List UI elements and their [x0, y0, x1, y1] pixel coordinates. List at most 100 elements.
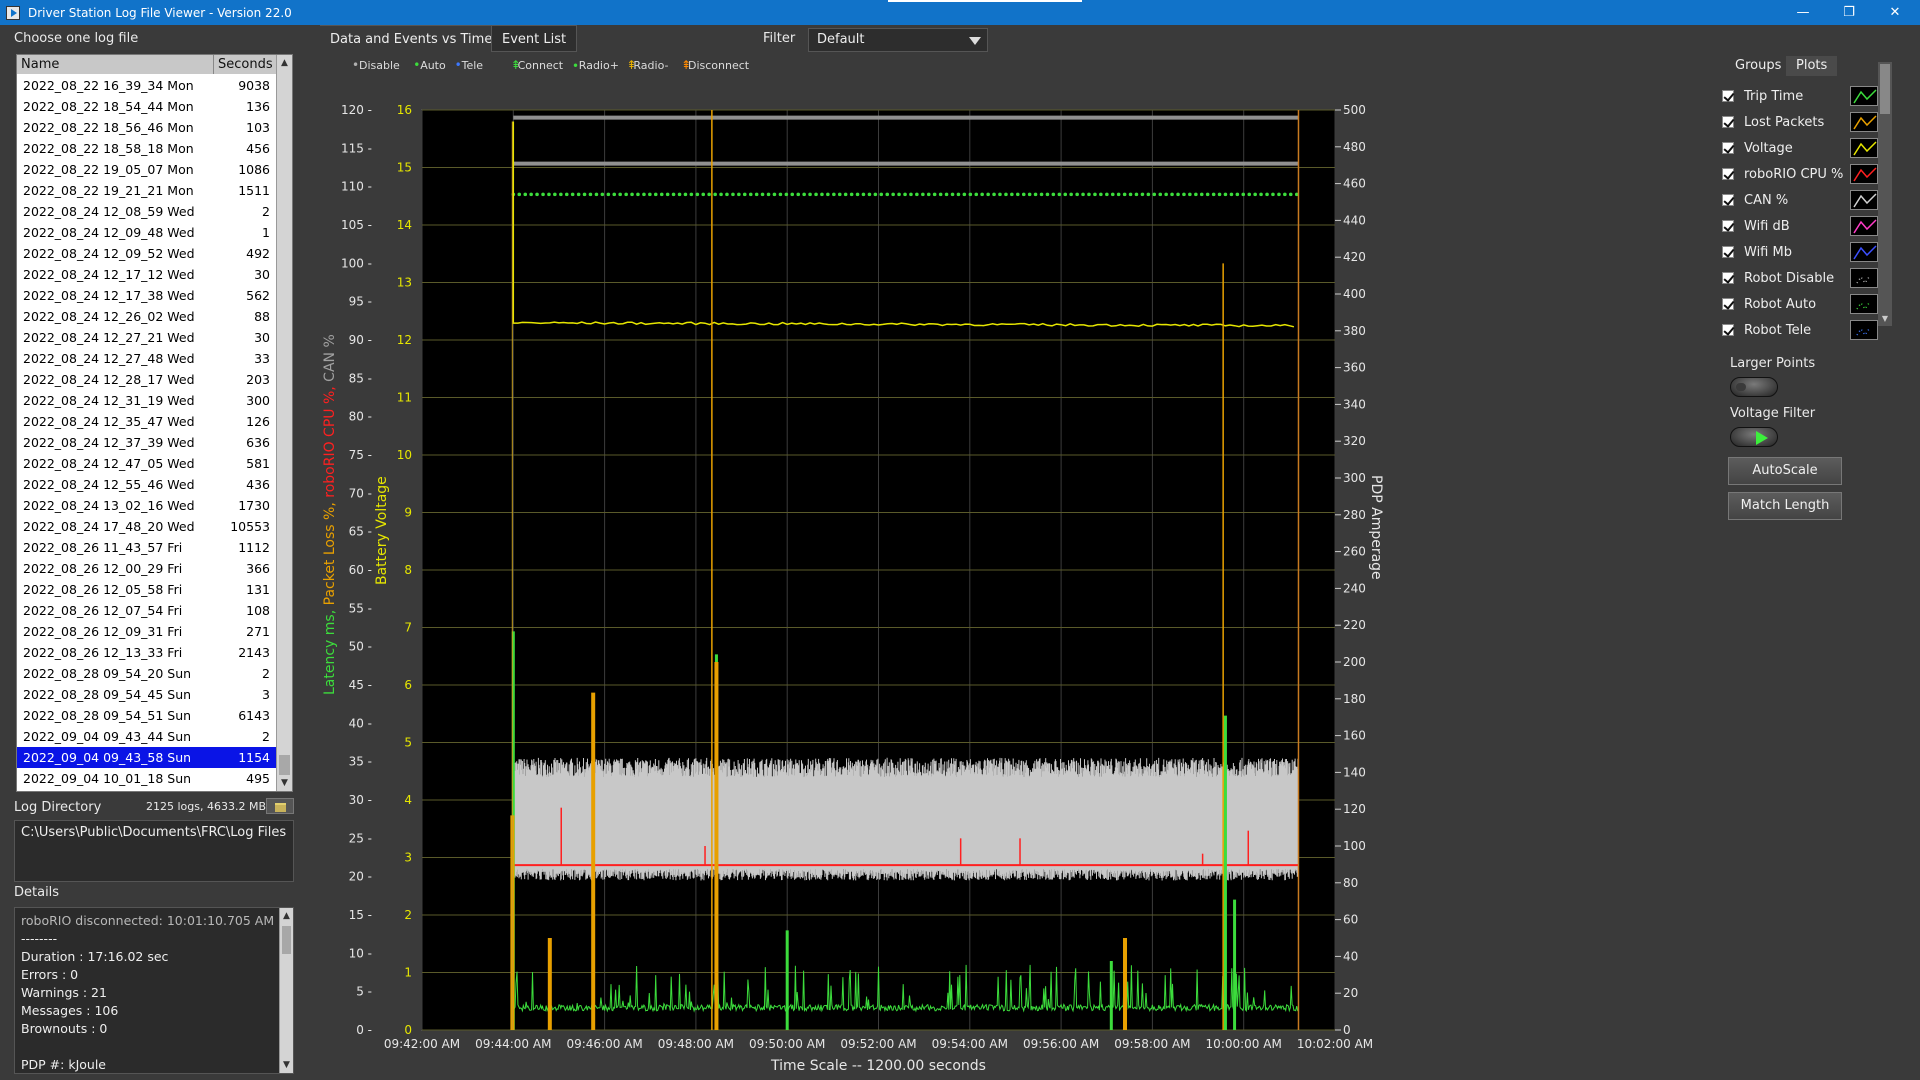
- restore-button[interactable]: ❐: [1826, 0, 1872, 25]
- log-row[interactable]: 2022_08_26 12_00_29 Fri 366: [17, 558, 277, 579]
- log-row[interactable]: 2022_08_24 17_48_20 Wed 10553: [17, 516, 277, 537]
- plot-color-swatch[interactable]: [1850, 268, 1878, 288]
- details-scroll-thumb[interactable]: [282, 926, 291, 954]
- plot-color-swatch[interactable]: [1850, 294, 1878, 314]
- log-row[interactable]: 2022_08_24 12_47_05 Wed 581: [17, 453, 277, 474]
- log-row[interactable]: 2022_08_24 12_26_02 Wed 88: [17, 306, 277, 327]
- column-header-name[interactable]: Name: [17, 55, 214, 74]
- log-row[interactable]: 2022_08_24 13_02_16 Wed 1730: [17, 495, 277, 516]
- log-row[interactable]: 2022_08_26 12_09_31 Fri 271: [17, 621, 277, 642]
- minimize-button[interactable]: —: [1780, 0, 1826, 25]
- log-row[interactable]: 2022_08_24 12_27_21 Wed 30: [17, 327, 277, 348]
- plot-item[interactable]: roboRIO CPU %: [1722, 163, 1878, 185]
- close-button[interactable]: ✕: [1872, 0, 1918, 25]
- log-row[interactable]: 2022_08_24 12_17_12 Wed 30: [17, 264, 277, 285]
- plot-item[interactable]: Robot Disable: [1722, 267, 1878, 289]
- tab-plots[interactable]: Plots: [1786, 56, 1838, 76]
- log-row[interactable]: 2022_08_22 18_54_44 Mon 136: [17, 96, 277, 117]
- log-row[interactable]: 2022_08_24 12_35_47 Wed 126: [17, 411, 277, 432]
- log-row[interactable]: 2022_08_26 12_05_58 Fri 131: [17, 579, 277, 600]
- log-row[interactable]: 2022_08_26 12_07_54 Fri 108: [17, 600, 277, 621]
- log-row[interactable]: 2022_08_24 12_27_48 Wed 33: [17, 348, 277, 369]
- plot-item[interactable]: Robot Auto: [1722, 293, 1878, 315]
- plot-checkbox[interactable]: [1722, 220, 1734, 232]
- log-row[interactable]: 2022_08_24 12_09_48 Wed 1: [17, 222, 277, 243]
- autoscale-button[interactable]: AutoScale: [1728, 457, 1842, 485]
- log-row[interactable]: 2022_08_22 18_56_46 Mon 103: [17, 117, 277, 138]
- tab-groups[interactable]: Groups: [1725, 56, 1791, 76]
- log-directory-field[interactable]: C:\Users\Public\Documents\FRC\Log Files: [14, 820, 294, 882]
- tab-event-list[interactable]: Event List: [491, 25, 578, 52]
- log-row[interactable]: 2022_08_22 16_39_34 Mon 9038: [17, 75, 277, 96]
- log-row[interactable]: 2022_08_24 12_28_17 Wed 203: [17, 369, 277, 390]
- column-header-seconds[interactable]: Seconds: [214, 55, 277, 74]
- log-row[interactable]: 2022_08_24 12_31_19 Wed 300: [17, 390, 277, 411]
- plot-checkbox[interactable]: [1722, 246, 1734, 258]
- plot-list-scrollbar[interactable]: ▼: [1878, 62, 1892, 326]
- plot-item[interactable]: Wifi Mb: [1722, 241, 1878, 263]
- log-row[interactable]: 2022_08_28 09_54_45 Sun 3: [17, 684, 277, 705]
- log-row[interactable]: 2022_08_22 19_05_07 Mon 1086: [17, 159, 277, 180]
- volt-tick-label: 9: [404, 506, 412, 520]
- plot-item[interactable]: Lost Packets: [1722, 111, 1878, 133]
- plot-item[interactable]: Voltage: [1722, 137, 1878, 159]
- plot-checkbox[interactable]: [1722, 116, 1734, 128]
- plot-color-swatch[interactable]: [1850, 242, 1878, 262]
- details-scrollbar[interactable]: ▲ ▼: [279, 908, 293, 1073]
- log-row[interactable]: 2022_08_24 12_17_38 Wed 562: [17, 285, 277, 306]
- amp-tick-label: 60: [1343, 913, 1358, 927]
- log-row[interactable]: 2022_09_04 09_43_58 Sun 1154: [17, 747, 277, 768]
- plot-checkbox[interactable]: [1722, 90, 1734, 102]
- plot-item[interactable]: Wifi dB: [1722, 215, 1878, 237]
- plot-color-swatch[interactable]: [1850, 190, 1878, 210]
- tab-data-events-vs-time[interactable]: Data and Events vs Time: [320, 25, 503, 52]
- log-row-name: 2022_08_24 12_47_05 Wed: [23, 456, 195, 471]
- log-row-name: 2022_08_24 12_28_17 Wed: [23, 372, 195, 387]
- log-row[interactable]: 2022_08_28 09_54_51 Sun 6143: [17, 705, 277, 726]
- plot-color-swatch[interactable]: [1850, 86, 1878, 106]
- plot-color-swatch[interactable]: [1850, 112, 1878, 132]
- plot-color-swatch[interactable]: [1850, 164, 1878, 184]
- voltage-filter-toggle[interactable]: [1730, 427, 1778, 447]
- pct-tick-label: 30 -: [349, 793, 372, 807]
- volt-tick-label: 7: [404, 621, 412, 635]
- chart[interactable]: • Disable • Auto • Tele ⇞Connect ∙ Radio+ ⇞Radio-…: [320, 55, 1718, 1075]
- plot-checkbox[interactable]: [1722, 272, 1734, 284]
- filter-select[interactable]: Default: [808, 28, 988, 52]
- plot-color-swatch[interactable]: [1850, 216, 1878, 236]
- scroll-down-icon[interactable]: ▼: [277, 775, 292, 791]
- match-length-button[interactable]: Match Length: [1728, 492, 1842, 520]
- folder-icon[interactable]: [266, 798, 294, 814]
- plot-checkbox[interactable]: [1722, 194, 1734, 206]
- plot-checkbox[interactable]: [1722, 168, 1734, 180]
- plot-color-swatch[interactable]: [1850, 320, 1878, 340]
- pct-tick-label: 60 -: [349, 563, 372, 577]
- log-row[interactable]: 2022_08_22 19_21_21 Mon 1511: [17, 180, 277, 201]
- log-row[interactable]: 2022_08_24 12_55_46 Wed 436: [17, 474, 277, 495]
- log-row[interactable]: 2022_09_04 09_43_44 Sun 2: [17, 726, 277, 747]
- log-row[interactable]: 2022_08_24 12_08_59 Wed 2: [17, 201, 277, 222]
- log-row[interactable]: 2022_08_26 11_43_57 Fri 1112: [17, 537, 277, 558]
- plot-color-swatch[interactable]: [1850, 138, 1878, 158]
- log-row[interactable]: 2022_08_28 09_54_20 Sun 2: [17, 663, 277, 684]
- plot-item[interactable]: Trip Time: [1722, 85, 1878, 107]
- log-row[interactable]: 2022_08_22 18_58_18 Mon 456: [17, 138, 277, 159]
- scroll-thumb[interactable]: [279, 755, 290, 775]
- plot-checkbox[interactable]: [1722, 324, 1734, 336]
- log-file-list[interactable]: Name Seconds 2022_08_22 16_39_34 Mon 9038…: [16, 54, 293, 792]
- plot-item[interactable]: Robot Tele: [1722, 319, 1878, 341]
- plot-scroll-down-icon[interactable]: ▼: [1878, 314, 1892, 326]
- plot-item[interactable]: CAN %: [1722, 189, 1878, 211]
- scroll-up-icon[interactable]: ▲: [277, 55, 292, 71]
- log-row[interactable]: 2022_08_24 12_09_52 Wed 492: [17, 243, 277, 264]
- log-row[interactable]: 2022_09_04 10_01_18 Sun 495: [17, 768, 277, 789]
- plot-checkbox[interactable]: [1722, 298, 1734, 310]
- plot-checkbox[interactable]: [1722, 142, 1734, 154]
- details-scroll-down-icon[interactable]: ▼: [280, 1057, 293, 1073]
- log-list-scrollbar[interactable]: ▲ ▼: [276, 55, 292, 791]
- plot-scroll-thumb[interactable]: [1880, 64, 1890, 114]
- log-row[interactable]: 2022_08_26 12_13_33 Fri 2143: [17, 642, 277, 663]
- details-scroll-up-icon[interactable]: ▲: [280, 908, 293, 924]
- log-row[interactable]: 2022_08_24 12_37_39 Wed 636: [17, 432, 277, 453]
- larger-points-toggle[interactable]: [1730, 377, 1778, 397]
